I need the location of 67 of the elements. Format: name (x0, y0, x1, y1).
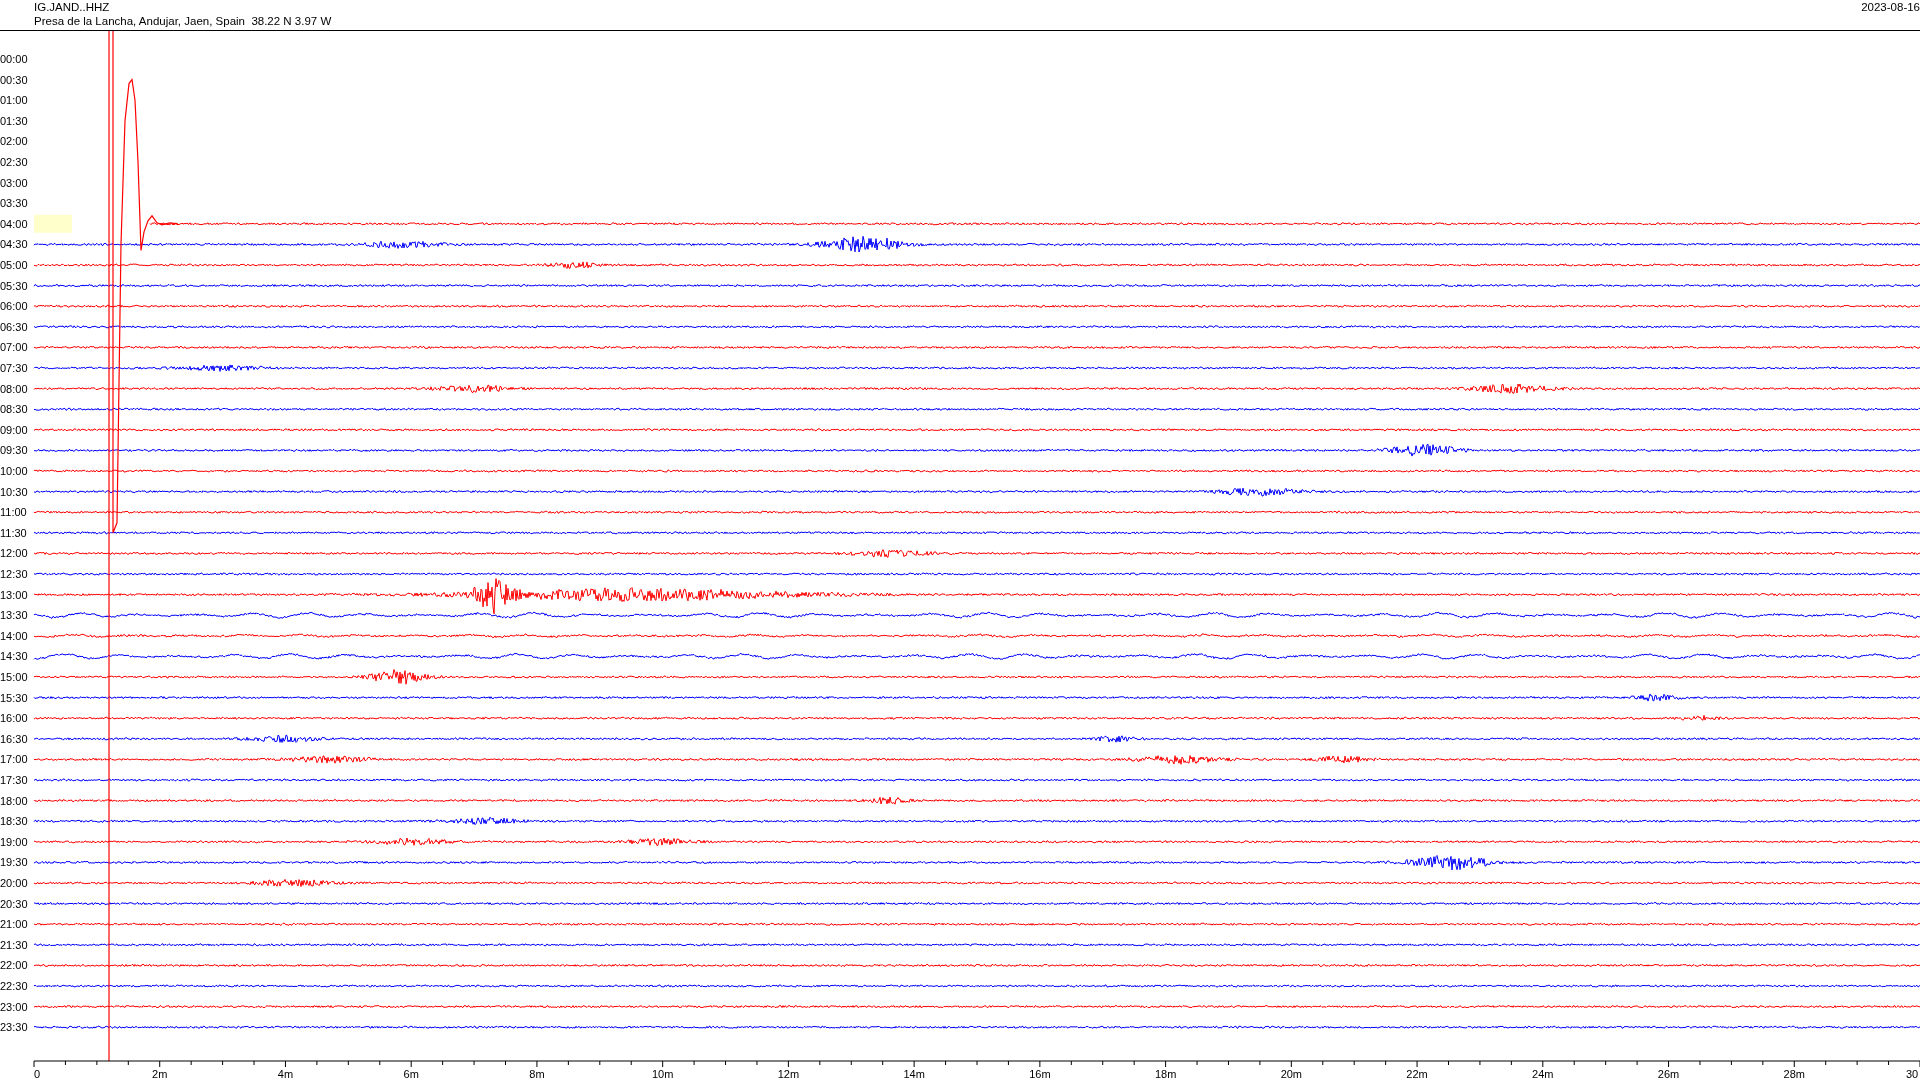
time-label: 18:30 (0, 815, 28, 828)
axis-label: 10m (651, 1068, 674, 1080)
axis-label: 6m (403, 1068, 419, 1080)
time-label: 17:30 (0, 774, 28, 786)
time-label: 11:30 (0, 526, 27, 539)
time-label: 03:00 (0, 176, 28, 189)
time-label: 17:00 (0, 753, 28, 766)
time-label: 18:00 (0, 794, 28, 807)
axis-label: 20m (1280, 1068, 1303, 1080)
time-label: 06:30 (0, 320, 28, 333)
axis-label: 8m (529, 1068, 545, 1080)
time-label: 19:30 (0, 856, 28, 869)
time-label: 14:00 (0, 629, 28, 642)
time-label: 13:30 (0, 609, 28, 622)
time-label: 14:30 (0, 650, 28, 663)
axis-label: 4m (277, 1068, 294, 1080)
time-label: 07:00 (0, 341, 28, 354)
axis-label: 12m (777, 1068, 800, 1080)
axis-label: 14m (903, 1068, 925, 1080)
time-label: 08:30 (0, 403, 28, 416)
time-label: 21:00 (0, 918, 28, 931)
time-label: 06:00 (0, 300, 28, 313)
time-label: 09:30 (0, 444, 28, 457)
time-label: 15:30 (0, 691, 28, 704)
time-label: 08:00 (0, 382, 28, 395)
station-code: IG.JAND..HHZ (34, 0, 111, 14)
axis-label: 28m (1783, 1068, 1805, 1080)
time-label: 04:00 (0, 217, 28, 230)
axis-label: 24m (1532, 1068, 1554, 1080)
time-label: 09:00 (0, 423, 28, 436)
time-label: 03:30 (0, 197, 28, 210)
time-label: 20:30 (0, 897, 28, 910)
time-label: 16:00 (0, 712, 28, 725)
time-label: 19:00 (0, 835, 28, 848)
time-label: 02:00 (0, 135, 28, 148)
date-label: 2023-08-16 (1861, 0, 1920, 14)
time-label: 11:00 (0, 506, 27, 519)
time-label: 16:30 (0, 732, 28, 745)
time-label: 00:30 (0, 73, 28, 86)
time-label: 01:30 (0, 114, 28, 127)
time-label: 22:00 (0, 959, 28, 972)
time-label: 12:00 (0, 547, 28, 560)
time-label: 12:30 (0, 568, 28, 580)
time-label: 23:30 (0, 1021, 28, 1034)
time-label: 23:00 (0, 1000, 28, 1013)
axis-label: 0 (34, 1068, 41, 1080)
axis-label: 22m (1406, 1068, 1428, 1080)
time-label: 01:00 (0, 94, 28, 107)
time-label: 10:30 (0, 485, 28, 498)
time-label: 13:00 (0, 588, 28, 601)
time-label: 05:30 (0, 279, 28, 292)
time-label: 21:30 (0, 938, 28, 951)
axis-label: 2m (152, 1068, 168, 1080)
time-label: 07:30 (0, 362, 28, 374)
axis-label: 30 (1906, 1068, 1919, 1080)
time-label: 04:30 (0, 238, 28, 251)
time-label: 22:30 (0, 980, 28, 992)
station-location: Presa de la Lancha, Andujar, Jaen, Spain 38.22 N 3.97 W (34, 14, 332, 28)
axis-label: 16m (1029, 1068, 1051, 1080)
axis-label: 26m (1657, 1068, 1680, 1080)
time-label: 10:00 (0, 465, 28, 477)
time-label: 02:30 (0, 156, 28, 168)
time-label: 15:00 (0, 671, 28, 683)
time-label: 00:00 (0, 53, 28, 65)
time-label: 20:00 (0, 877, 28, 889)
time-label: 05:00 (0, 259, 28, 271)
axis-label: 18m (1154, 1068, 1177, 1080)
